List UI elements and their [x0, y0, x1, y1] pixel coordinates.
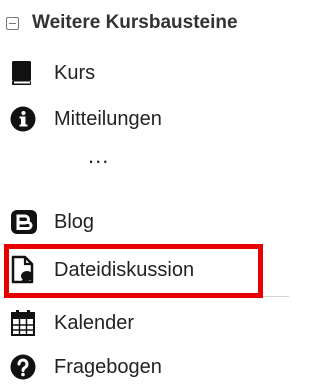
- book-icon: [10, 58, 40, 88]
- collapse-minus-icon[interactable]: [6, 16, 19, 30]
- menu-item-kalender[interactable]: Kalender: [10, 308, 134, 338]
- blog-icon: [10, 207, 40, 237]
- menu-item-label: Mitteilungen: [54, 107, 162, 130]
- menu-item-blog[interactable]: Blog: [10, 207, 94, 237]
- question-icon: [10, 352, 40, 382]
- menu-item-label: Blog: [54, 210, 95, 233]
- section-header[interactable]: Weitere Kursbausteine: [6, 12, 238, 34]
- calendar-icon: [10, 308, 40, 338]
- divider: [263, 296, 289, 297]
- menu-item-kurs[interactable]: Kurs: [10, 58, 95, 88]
- section-title: Weitere Kursbausteine: [32, 12, 238, 33]
- menu-item-label: Kurs: [54, 61, 96, 84]
- info-icon: [10, 104, 40, 134]
- highlight-box: [4, 244, 263, 298]
- menu-item-mitteilungen[interactable]: Mitteilungen: [10, 104, 162, 134]
- menu-item-fragebogen[interactable]: Fragebogen: [10, 352, 162, 382]
- menu-item-label: Fragebogen: [54, 355, 162, 378]
- menu-item-label: Kalender: [54, 311, 135, 334]
- more-items-ellipsis: ...: [88, 143, 110, 168]
